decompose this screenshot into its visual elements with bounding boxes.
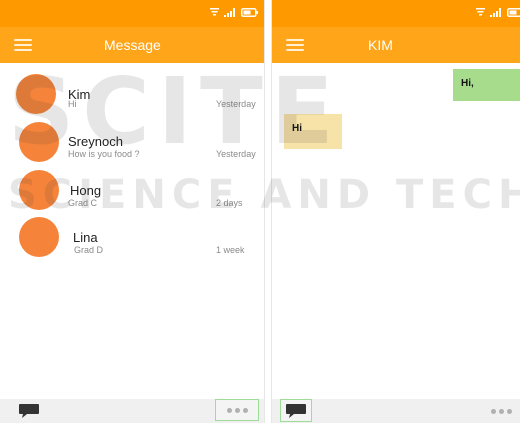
app-bar: KIM [272, 27, 520, 63]
contact-time: 1 week [216, 245, 245, 255]
bottom-bar [0, 399, 264, 423]
signal-icon [490, 8, 501, 17]
status-bar [272, 0, 520, 27]
chat-title: KIM [368, 37, 393, 53]
avatar [19, 122, 59, 162]
hamburger-menu-icon[interactable] [286, 39, 304, 51]
message-list-screen: Message Kim Hi Yesterday Sreynoch How is… [0, 0, 264, 423]
app-bar: Message [0, 27, 264, 63]
avatar [19, 217, 59, 257]
page-title: Message [104, 37, 161, 53]
contact-name: Hong [70, 183, 102, 198]
contact-name: Sreynoch [68, 134, 123, 149]
chat-bubble-icon [286, 404, 306, 418]
avatar [19, 170, 59, 210]
contact-preview: How is you food ? [68, 149, 140, 159]
contact-row-sreynoch[interactable]: Sreynoch How is you food ? Yesterday [0, 122, 264, 166]
more-dots-icon[interactable] [215, 399, 259, 421]
battery-icon [241, 8, 258, 17]
contact-row-kim[interactable]: Kim Hi Yesterday [0, 74, 264, 118]
contact-time: Yesterday [216, 99, 256, 109]
avatar [16, 74, 56, 114]
signal-icon [224, 8, 235, 17]
status-icons [210, 8, 258, 17]
contact-row-lina[interactable]: Lina Grad D 1 week [0, 217, 264, 261]
status-bar [0, 0, 264, 27]
message-bubble-incoming: Hi [284, 114, 342, 149]
chat-bubble-icon[interactable] [18, 403, 40, 419]
status-icons [476, 8, 520, 17]
contact-row-hong[interactable]: Hong Grad C 2 days [0, 170, 264, 214]
more-dots-icon[interactable] [486, 405, 516, 417]
contact-name: Lina [73, 230, 98, 245]
screen-divider [264, 0, 272, 423]
contact-time: 2 days [216, 198, 243, 208]
contact-time: Yesterday [216, 149, 256, 159]
wifi-icon [476, 8, 485, 16]
contact-preview: Grad C [68, 198, 98, 208]
contact-preview: Grad D [74, 245, 104, 255]
chat-screen: KIM Hi, Hi [272, 0, 520, 423]
wifi-icon [210, 8, 219, 16]
battery-icon [507, 8, 520, 17]
hamburger-menu-icon[interactable] [14, 39, 32, 51]
message-bubble-outgoing: Hi, [453, 69, 520, 101]
contact-preview: Hi [68, 99, 77, 109]
bottom-bar [272, 399, 520, 423]
chat-button[interactable] [280, 399, 312, 422]
